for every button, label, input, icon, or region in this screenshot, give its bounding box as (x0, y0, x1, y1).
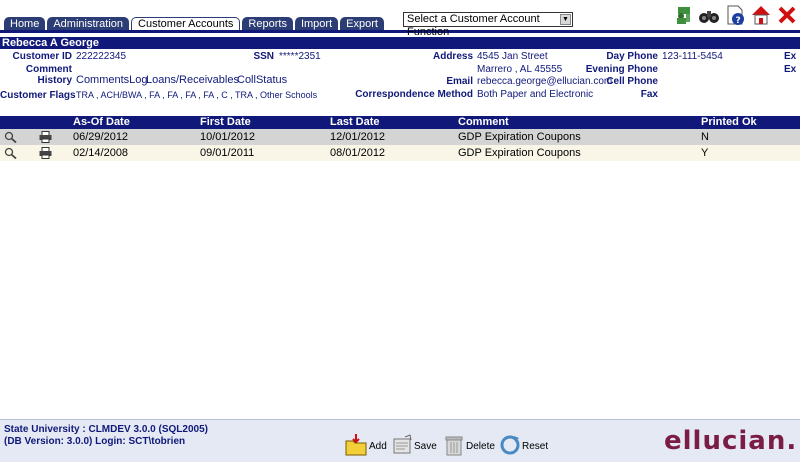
cell-as-of-date: 06/29/2012 (73, 131, 129, 143)
reset-button[interactable]: Reset (499, 423, 548, 457)
correspondence-method-label: Correspondence Method (355, 89, 473, 100)
add-button-label: Add (369, 441, 387, 452)
coll-status-link[interactable]: CollStatus (237, 74, 287, 87)
ssn-label: SSN (253, 51, 274, 62)
email-label: Email (446, 76, 473, 87)
col-as-of-date[interactable]: As-Of Date (73, 116, 130, 129)
cell-printed-ok: N (701, 131, 709, 143)
tab-underline (0, 30, 800, 33)
add-button[interactable]: Add (344, 423, 387, 457)
table-row[interactable]: 02/14/2008 09/01/2011 08/01/2012 GDP Exp… (0, 145, 800, 161)
table-row[interactable]: 06/29/2012 10/01/2012 12/01/2012 GDP Exp… (0, 129, 800, 145)
app-window: Home Administration Customer Accounts Re… (0, 0, 800, 462)
cell-comment: GDP Expiration Coupons (458, 131, 581, 143)
magnifier-icon[interactable] (4, 147, 17, 159)
toolbar-icons: ? (672, 4, 798, 26)
customer-name-bar: Rebecca A George (0, 37, 800, 49)
trash-icon (445, 436, 463, 456)
cell-last-date: 08/01/2012 (330, 147, 386, 159)
cell-last-date: 12/01/2012 (330, 131, 386, 143)
save-button-label: Save (414, 441, 437, 452)
address-line1: 4545 Jan Street (477, 51, 548, 62)
chevron-down-icon: ▼ (560, 14, 571, 25)
loans-receivables-link[interactable]: Loans/Receivables (146, 74, 239, 87)
day-phone-label: Day Phone (606, 51, 658, 62)
user-icon[interactable] (672, 4, 694, 26)
tab-reports[interactable]: Reports (242, 17, 293, 31)
customer-id-value: 222222345 (76, 51, 127, 62)
grid-header: As-Of Date First Date Last Date Comment … (0, 116, 800, 129)
binoculars-icon[interactable] (698, 4, 720, 26)
tab-customer-accounts[interactable]: Customer Accounts (131, 17, 241, 31)
fax-label: Fax (640, 89, 658, 100)
cell-printed-ok: Y (701, 147, 709, 159)
correspondence-method-value: Both Paper and Electronic (477, 89, 594, 100)
col-printed-ok[interactable]: Printed Ok (701, 116, 757, 129)
tab-import[interactable]: Import (294, 17, 339, 31)
ssn-value: *****2351 (279, 51, 321, 62)
status-line-1: State University : CLMDEV 3.0.0 (SQL2005… (4, 424, 208, 435)
svg-text:?: ? (736, 16, 741, 26)
main-tabs: Home Administration Customer Accounts Re… (4, 17, 384, 31)
tab-export[interactable]: Export (340, 17, 384, 31)
reset-button-label: Reset (522, 441, 549, 452)
tab-administration[interactable]: Administration (47, 17, 130, 31)
ext-label-2: Ex (784, 64, 797, 75)
customer-id-label: Customer ID (12, 51, 72, 62)
cell-phone-label: Cell Phone (606, 76, 658, 87)
help-document-icon[interactable]: ? (724, 4, 746, 26)
account-function-select[interactable]: Select a Customer Account Function ▼ (403, 12, 573, 38)
account-function-select-value: Select a Customer Account Function (407, 13, 540, 38)
comments-log-link[interactable]: CommentsLog (76, 74, 148, 87)
footer-bar: State University : CLMDEV 3.0.0 (SQL2005… (0, 419, 800, 462)
magnifier-icon[interactable] (4, 131, 17, 143)
status-line-2: (DB Version: 3.0.0) Login: SCT\tobrien (4, 436, 186, 447)
save-button[interactable]: Save (391, 423, 437, 457)
reset-icon (500, 435, 520, 455)
day-phone-value: 123-111-5454 (662, 51, 723, 62)
ext-label-1: Ex (784, 51, 797, 62)
cell-as-of-date: 02/14/2008 (73, 147, 129, 159)
cell-first-date: 10/01/2012 (200, 131, 256, 143)
top-bar: Home Administration Customer Accounts Re… (0, 0, 800, 38)
customer-flags-value: TRA , ACH/BWA , FA , FA , FA , FA , C , … (76, 90, 318, 100)
printer-icon[interactable] (39, 131, 52, 143)
tab-home[interactable]: Home (4, 17, 46, 31)
ellucian-logo: ellucian. (664, 426, 798, 456)
customer-flags-label: Customer Flags (0, 90, 76, 101)
save-icon (393, 434, 412, 454)
delete-button[interactable]: Delete (443, 423, 495, 457)
col-comment[interactable]: Comment (458, 116, 509, 129)
col-last-date[interactable]: Last Date (330, 116, 380, 129)
history-label: History (37, 75, 72, 86)
status-text: State University : CLMDEV 3.0.0 (SQL2005… (4, 424, 208, 448)
address-label: Address (432, 51, 473, 62)
close-icon[interactable] (776, 4, 798, 26)
cell-first-date: 09/01/2011 (200, 147, 255, 159)
cell-comment: GDP Expiration Coupons (458, 147, 581, 159)
delete-button-label: Delete (466, 441, 495, 452)
home-icon[interactable] (750, 4, 772, 26)
add-folder-icon (345, 434, 367, 456)
col-first-date[interactable]: First Date (200, 116, 251, 129)
printer-icon[interactable] (39, 147, 52, 159)
